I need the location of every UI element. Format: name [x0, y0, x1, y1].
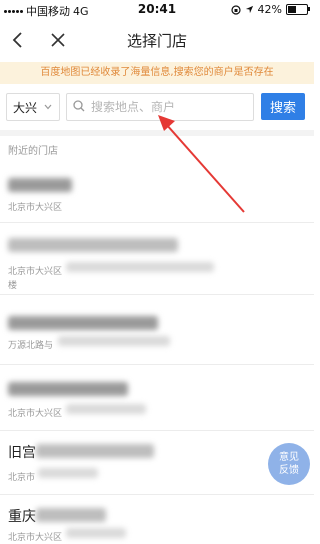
store-address-line2: 楼	[8, 281, 18, 291]
redacted-name	[8, 178, 72, 192]
battery-icon	[286, 4, 310, 15]
city-selector[interactable]: 大兴	[6, 93, 60, 121]
store-address: 北京市	[8, 473, 36, 483]
status-bar: 中国移动 4G 20:41 42%	[0, 0, 314, 20]
search-box[interactable]	[66, 93, 254, 121]
search-button[interactable]: 搜索	[261, 93, 305, 120]
battery-percent: 42%	[257, 3, 282, 16]
store-address: 北京市大兴区	[8, 203, 63, 213]
store-address: 北京市大兴区	[8, 533, 63, 543]
chevron-down-icon	[44, 104, 52, 110]
feedback-label-line2: 反馈	[279, 465, 299, 476]
store-name: 重庆	[8, 509, 36, 525]
redacted-address	[38, 468, 98, 478]
store-address: 北京市大兴区	[8, 267, 63, 277]
redacted-name	[36, 508, 106, 522]
redacted-address	[66, 404, 146, 414]
redacted-address	[66, 528, 126, 538]
status-right: 42%	[230, 3, 310, 16]
redacted-address	[66, 262, 214, 272]
store-name: 旧宫	[8, 445, 36, 461]
store-item[interactable]: 万源北路与	[0, 294, 314, 365]
store-address: 北京市大兴区	[8, 409, 63, 419]
section-divider	[0, 130, 314, 136]
lock-rotation-icon	[230, 4, 241, 15]
search-row: 大兴 搜索	[0, 90, 314, 122]
store-item[interactable]: 北京市大兴区	[0, 162, 314, 223]
redacted-name	[8, 382, 128, 396]
search-icon	[73, 100, 85, 112]
search-input[interactable]	[91, 98, 247, 116]
store-address: 万源北路与	[8, 341, 54, 351]
store-item[interactable]: 北京市大兴区	[0, 364, 314, 431]
location-icon	[245, 5, 253, 14]
notice-banner: 百度地图已经收录了海量信息,搜索您的商户是否存在	[0, 62, 314, 84]
store-item[interactable]: 旧宫 北京市	[0, 430, 314, 495]
redacted-name	[8, 238, 178, 252]
redacted-name	[8, 316, 158, 330]
city-label: 大兴	[13, 101, 38, 115]
store-item[interactable]: 重庆 北京市大兴区	[0, 494, 314, 544]
feedback-button[interactable]: 意见 反馈	[268, 443, 310, 485]
redacted-name	[36, 444, 154, 458]
nearby-stores-label: 附近的门店	[8, 146, 58, 157]
feedback-label-line1: 意见	[279, 452, 299, 463]
nav-bar: 选择门店	[0, 20, 314, 60]
redacted-address	[58, 336, 170, 346]
page-title: 选择门店	[126, 32, 187, 50]
store-item[interactable]: 北京市大兴区 楼	[0, 222, 314, 295]
